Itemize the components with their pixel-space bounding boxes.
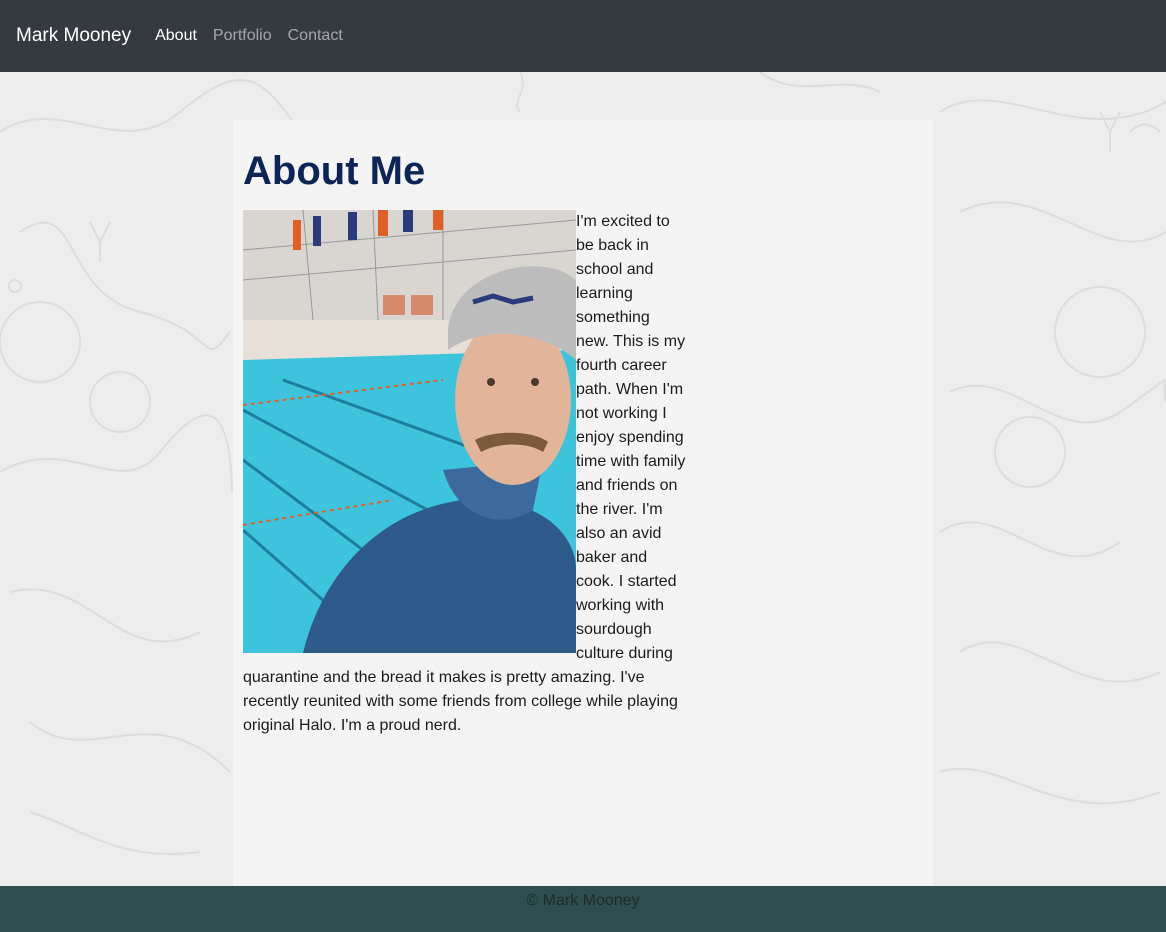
page-title: About Me — [243, 149, 426, 193]
footer: © Mark Mooney — [0, 886, 1166, 932]
footer-copyright: © Mark Mooney — [526, 892, 640, 909]
nav-link-contact[interactable]: Contact — [288, 27, 343, 45]
about-card: About Me I'm excited to be back in schoo… — [233, 120, 933, 886]
about-content: I'm excited to be back in school and lea… — [243, 210, 686, 738]
nav-link-about[interactable]: About — [155, 27, 197, 45]
nav-link-portfolio[interactable]: Portfolio — [213, 27, 272, 45]
navbar: Mark Mooney About Portfolio Contact — [0, 0, 1166, 72]
profile-photo — [243, 210, 576, 653]
brand-link[interactable]: Mark Mooney — [16, 25, 131, 47]
